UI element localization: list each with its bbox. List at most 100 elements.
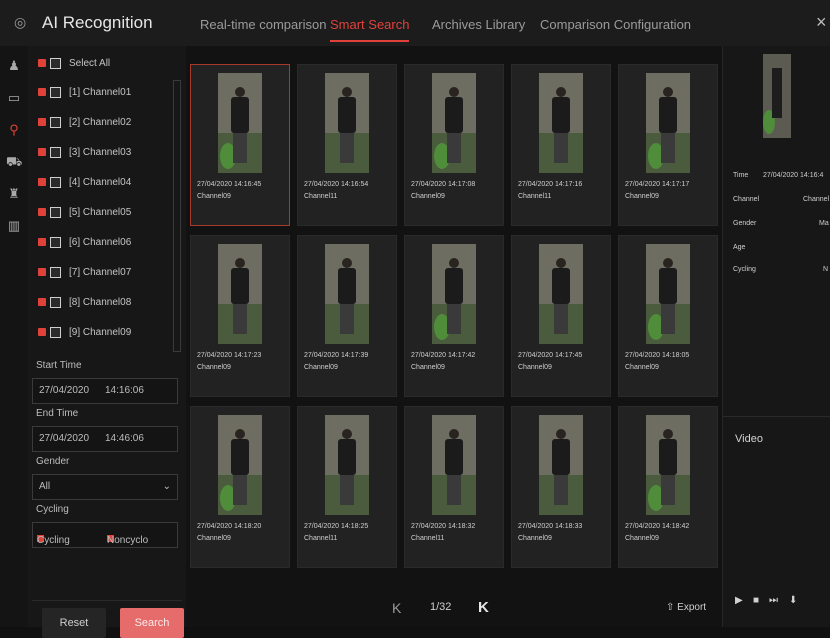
result-card[interactable]: 27/04/2020 14:18:20 Channel09: [190, 406, 290, 568]
ai-recognition-icon: ◎: [14, 14, 27, 30]
next-frame-icon[interactable]: ⏭: [769, 595, 778, 606]
camera-icon: [50, 176, 61, 188]
channel-label: [4] Channel04: [69, 176, 132, 188]
channel-item[interactable]: [5] Channel05: [38, 203, 131, 221]
result-channel: Channel09: [197, 193, 231, 200]
channel-label: [2] Channel02: [69, 116, 132, 128]
result-thumbnail: [539, 244, 583, 344]
results-grid: 27/04/2020 14:16:45 Channel09 27/04/2020…: [186, 46, 722, 627]
checkbox-checked-icon: [38, 118, 46, 126]
tab-archives-library[interactable]: Archives Library: [432, 17, 525, 32]
checkbox-checked-icon: [38, 328, 46, 336]
top-bar: ◎ AI Recognition Real-time comparison Sm…: [0, 0, 830, 47]
result-thumbnail: [325, 415, 369, 515]
camera-icon: [50, 86, 61, 98]
checkbox-checked-icon: [38, 208, 46, 216]
result-time: 27/04/2020 14:17:39: [304, 352, 369, 359]
channel-label: [7] Channel07: [69, 266, 132, 278]
result-channel: Channel09: [518, 535, 552, 542]
camera-icon: [50, 326, 61, 338]
result-card[interactable]: 27/04/2020 14:17:16 Channel11: [511, 64, 611, 226]
result-card[interactable]: 27/04/2020 14:17:45 Channel09: [511, 235, 611, 397]
start-time-field[interactable]: 27/04/2020 14:16:06: [32, 378, 178, 404]
result-thumbnail: [432, 73, 476, 173]
result-channel: Channel09: [625, 193, 659, 200]
id-card-icon[interactable]: ▭: [6, 90, 22, 106]
result-time: 27/04/2020 14:17:17: [625, 181, 690, 188]
result-card[interactable]: 27/04/2020 14:17:17 Channel09: [618, 64, 718, 226]
channel-item[interactable]: [9] Channel09: [38, 323, 131, 341]
result-card[interactable]: 27/04/2020 14:17:39 Channel09: [297, 235, 397, 397]
checkbox-checked-icon: [38, 298, 46, 306]
result-thumbnail: [646, 244, 690, 344]
channel-item[interactable]: [4] Channel04: [38, 173, 131, 191]
camera-icon: [50, 116, 61, 128]
cycling-option-label: Cycling: [37, 535, 70, 546]
result-card[interactable]: 27/04/2020 14:17:08 Channel09: [404, 64, 504, 226]
close-button[interactable]: ×: [816, 12, 827, 33]
start-time-label: Start Time: [36, 360, 82, 371]
tab-smart-search[interactable]: Smart Search: [330, 17, 410, 42]
detail-channel-value: Channel: [803, 196, 830, 203]
result-channel: Channel09: [518, 364, 552, 371]
result-card[interactable]: 27/04/2020 14:17:23 Channel09: [190, 235, 290, 397]
result-channel: Channel11: [518, 193, 552, 200]
result-time: 27/04/2020 14:18:32: [411, 523, 476, 530]
car-icon[interactable]: ⛟: [6, 154, 22, 170]
end-time-field[interactable]: 27/04/2020 14:46:06: [32, 426, 178, 452]
channel-label: [6] Channel06: [69, 236, 132, 248]
gender-label: Gender: [36, 456, 70, 467]
end-time-value: 14:46:06: [105, 433, 144, 444]
result-thumbnail: [646, 73, 690, 173]
result-time: 27/04/2020 14:16:45: [197, 181, 262, 188]
channel-item[interactable]: [8] Channel08: [38, 293, 131, 311]
result-card[interactable]: 27/04/2020 14:18:25 Channel11: [297, 406, 397, 568]
result-thumbnail: [539, 73, 583, 173]
detail-channel-label: Channel: [733, 196, 760, 203]
download-icon[interactable]: ⬇: [789, 595, 797, 606]
category-icon-bar: ♟ ▭ ⚲ ⛟ ♜ ▥: [0, 46, 28, 627]
result-time: 27/04/2020 14:18:42: [625, 523, 690, 530]
channel-label: [8] Channel08: [69, 296, 132, 308]
tab-real-time-comparison[interactable]: Real-time comparison: [200, 17, 326, 32]
search-button[interactable]: Search: [120, 608, 184, 638]
storage-icon[interactable]: ▥: [6, 218, 22, 234]
person-icon[interactable]: ♟: [6, 58, 22, 74]
reset-button[interactable]: Reset: [42, 608, 106, 638]
walking-icon[interactable]: ♜: [6, 186, 22, 202]
camera-icon: [50, 236, 61, 248]
result-card[interactable]: 27/04/2020 14:16:54 Channel11: [297, 64, 397, 226]
channel-item[interactable]: [6] Channel06: [38, 233, 131, 251]
result-card[interactable]: 27/04/2020 14:16:45 Channel09: [190, 64, 290, 226]
select-all-checkbox[interactable]: Select All: [38, 54, 110, 72]
result-thumbnail: [325, 73, 369, 173]
result-time: 27/04/2020 14:17:42: [411, 352, 476, 359]
cycling-icon[interactable]: ⚲: [6, 122, 22, 138]
detail-cycling-label: Cycling: [733, 266, 756, 273]
next-page-button[interactable]: K: [478, 599, 489, 616]
result-channel: Channel11: [411, 535, 445, 542]
channel-item[interactable]: [1] Channel01: [38, 83, 131, 101]
pagination-bar: K 1/32 K ⇧ Export: [186, 592, 722, 627]
tab-comparison-configuration[interactable]: Comparison Configuration: [540, 17, 691, 32]
result-card[interactable]: 27/04/2020 14:18:33 Channel09: [511, 406, 611, 568]
channel-item[interactable]: [7] Channel07: [38, 263, 131, 281]
result-card[interactable]: 27/04/2020 14:18:05 Channel09: [618, 235, 718, 397]
checkbox-checked-icon: [38, 178, 46, 186]
channel-list-scrollbar[interactable]: [173, 80, 181, 352]
result-card[interactable]: 27/04/2020 14:18:42 Channel09: [618, 406, 718, 568]
channel-label: [5] Channel05: [69, 206, 132, 218]
first-page-button[interactable]: K: [392, 600, 401, 616]
channel-item[interactable]: [3] Channel03: [38, 143, 131, 161]
result-card[interactable]: 27/04/2020 14:17:42 Channel09: [404, 235, 504, 397]
export-label: Export: [677, 602, 707, 613]
result-card[interactable]: 27/04/2020 14:18:32 Channel11: [404, 406, 504, 568]
page-counter: 1/32: [430, 601, 452, 613]
channel-item[interactable]: [2] Channel02: [38, 113, 131, 131]
camera-icon: [50, 266, 61, 278]
play-icon[interactable]: ▶: [735, 595, 743, 606]
stop-icon[interactable]: ■: [753, 595, 759, 606]
cycling-label: Cycling: [36, 504, 69, 515]
gender-select[interactable]: All ⌄: [32, 474, 178, 500]
export-button[interactable]: ⇧ Export: [666, 602, 706, 613]
